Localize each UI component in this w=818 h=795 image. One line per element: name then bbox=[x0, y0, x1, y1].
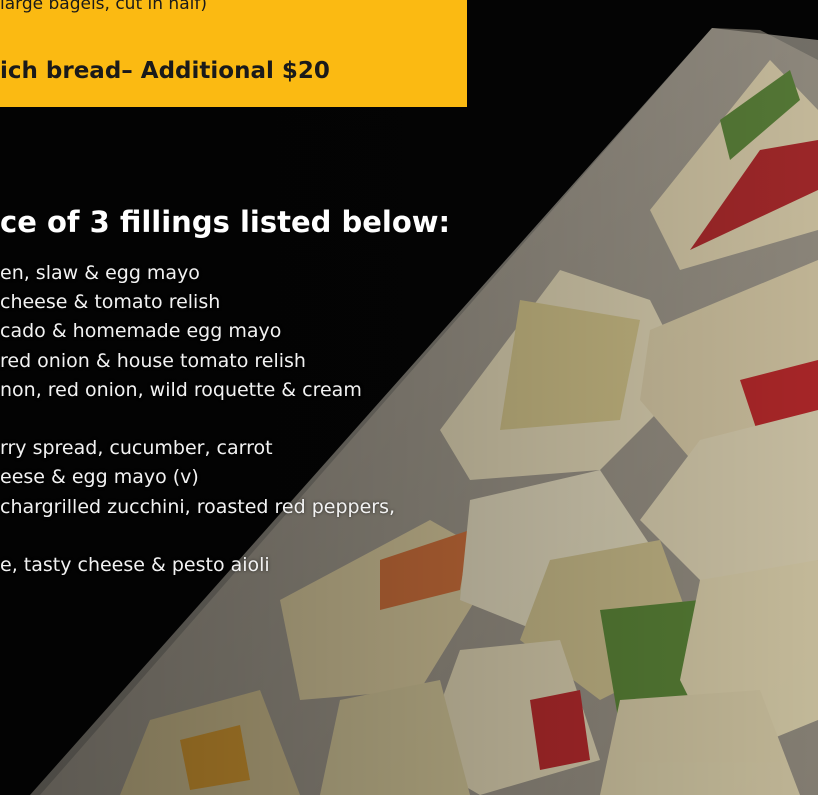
price-banner: large bagels, cut in half) ich bread– Ad… bbox=[0, 0, 467, 107]
list-item: rry spread, cucumber, carrot bbox=[0, 437, 273, 460]
list-item: cado & homemade egg mayo bbox=[0, 320, 282, 343]
list-item: cheese & tomato relish bbox=[0, 291, 221, 314]
list-item bbox=[0, 522, 395, 551]
banner-note: large bagels, cut in half) bbox=[0, 0, 207, 14]
list-item: eese & egg mayo (v) bbox=[0, 466, 199, 489]
list-item: red onion & house tomato relish bbox=[0, 349, 306, 372]
list-item bbox=[0, 405, 395, 434]
fillings-list: en, slaw & egg mayo cheese & tomato reli… bbox=[0, 259, 395, 580]
list-item: en, slaw & egg mayo bbox=[0, 262, 200, 284]
list-item: non, red onion, wild roquette & cream bbox=[0, 378, 362, 401]
banner-additional-price: ich bread– Additional $20 bbox=[0, 58, 330, 84]
fillings-heading: ce of 3 fillings listed below: bbox=[0, 205, 451, 239]
list-item: e, tasty cheese & pesto aioli bbox=[0, 553, 270, 576]
list-item: chargrilled zucchini, roasted red pepper… bbox=[0, 495, 396, 518]
